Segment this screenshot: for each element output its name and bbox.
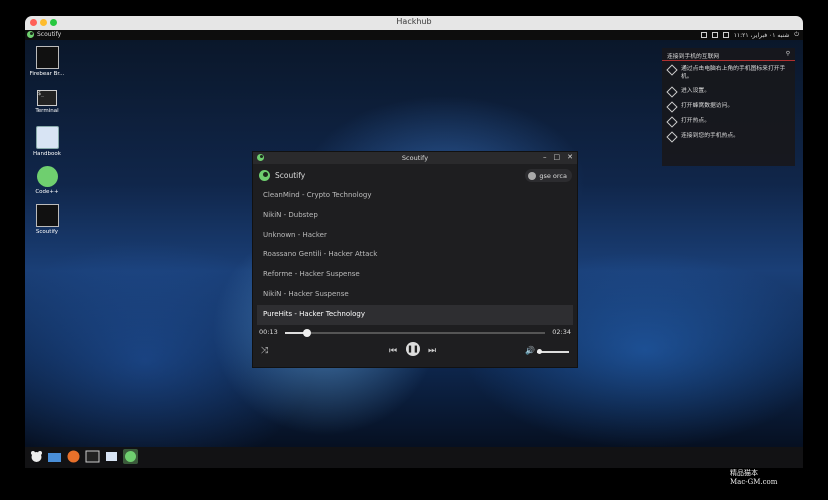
user-badge[interactable]: gse orca — [525, 169, 572, 182]
desktop-icon-label: Firebear Br... — [29, 71, 65, 77]
elapsed-time: 00:13 — [259, 327, 278, 336]
firebear-icon — [35, 46, 59, 69]
volume-slider[interactable] — [537, 348, 569, 354]
notification-title: 连接到手机的互联网 — [667, 54, 720, 60]
notification-steps: 通过点击电脑右上角的手机图标来打开手机。进入设置。打开蜂窝数据访问。 打开热点。连… — [662, 61, 795, 151]
diamond-bullet-icon — [666, 116, 678, 128]
track-item[interactable]: NikiN - Hacker Suspense — [253, 285, 577, 305]
notification-panel: 连接到手机的互联网 ⚲ 通过点击电脑右上角的手机图标来打开手机。进入设置。打开蜂… — [662, 48, 795, 166]
track-item[interactable]: NikiN - Dubstep — [253, 206, 577, 226]
desktop-icon-handbook[interactable]: Handbook — [25, 126, 69, 157]
notification-step: 通过点击电脑右上角的手机图标来打开手机。 — [666, 64, 789, 81]
app-window: Hackhub Scoutify شنبه ۰۱ فبرایر، ۱۱:۲۱ ⏻… — [25, 16, 803, 468]
top-panel: Scoutify شنبه ۰۱ فبرایر، ۱۱:۲۱ ⏻ — [25, 30, 803, 40]
clock[interactable]: شنبه ۰۱ فبرایر، ۱۱:۲۱ — [734, 32, 790, 39]
taskbar-terminal-icon[interactable] — [85, 449, 100, 464]
power-icon[interactable]: ⏻ — [794, 31, 799, 39]
track-item[interactable]: PureHits - Hacker Technology — [257, 304, 573, 325]
desktop-icon-label: Scoutify — [35, 229, 59, 235]
scoutify-player-window: Scoutify – □ ✕ Scoutify gse orca CleanMi… — [252, 151, 578, 368]
terminal-icon: $_ — [37, 90, 57, 106]
track-item[interactable]: CleanMind - Crypto Technology — [253, 186, 577, 206]
notification-step: 进入设置。 — [666, 86, 789, 98]
volume-handle[interactable] — [537, 348, 542, 354]
watermark: 精品猫本 Mac-GM.com — [730, 468, 777, 486]
maximize-icon[interactable]: □ — [554, 153, 561, 161]
notification-step-text: 通过点击电脑右上角的手机图标来打开手机。 — [681, 66, 786, 80]
notification-step: 打开热点。 — [666, 116, 789, 128]
watermark-line2: Mac-GM.com — [730, 478, 778, 486]
code-chameleon-icon — [36, 166, 58, 187]
desktop: Scoutify شنبه ۰۱ فبرایر، ۱۱:۲۱ ⏻ Firebea… — [25, 30, 803, 468]
user-name: gse orca — [539, 171, 567, 180]
watermark-line1: 精品猫本 — [730, 469, 758, 477]
scoutify-logo-icon — [27, 31, 34, 38]
window-titlebar: Hackhub — [25, 16, 803, 31]
pause-button[interactable]: ❚❚ — [406, 341, 420, 356]
taskbar-handbook-icon[interactable] — [104, 449, 119, 464]
display-icon[interactable] — [700, 32, 707, 38]
diamond-bullet-icon — [666, 131, 678, 143]
scoutify-file-icon — [35, 204, 59, 227]
desktop-icon-terminal[interactable]: $_ Terminal — [25, 86, 69, 114]
notification-step-text: 进入设置。 — [681, 88, 710, 94]
scoutify-logo-icon — [259, 170, 270, 181]
wifi-off-icon[interactable] — [722, 32, 729, 38]
seek-bar[interactable] — [285, 328, 545, 337]
progress-row: 00:13 02:34 — [253, 325, 577, 339]
book-icon — [35, 126, 59, 149]
active-app-menu[interactable]: Scoutify — [27, 31, 61, 38]
desktop-icon-firebear[interactable]: Firebear Br... — [25, 46, 69, 77]
close-icon[interactable]: ✕ — [567, 153, 573, 161]
volume-icon[interactable]: 🔊 — [525, 346, 535, 355]
desktop-icon-label: Code++ — [35, 189, 59, 195]
notification-step-text: 打开热点。 — [681, 118, 710, 124]
duration-time: 02:34 — [552, 327, 571, 336]
player-window-title: Scoutify — [401, 154, 429, 162]
seek-handle[interactable] — [303, 328, 312, 337]
desktop-icon-codepp[interactable]: Code++ — [25, 166, 69, 195]
taskbar-browser-icon[interactable] — [66, 449, 81, 464]
desktop-icon-label: Terminal — [35, 108, 59, 114]
track-item[interactable]: Reforme - Hacker Suspense — [253, 265, 577, 285]
notification-step-text: 连接到您的手机热点。 — [681, 133, 739, 139]
pin-icon[interactable]: ⚲ — [786, 51, 790, 57]
diamond-bullet-icon — [666, 64, 678, 76]
taskbar-scoutify-icon[interactable] — [123, 449, 138, 464]
player-header: Scoutify gse orca — [253, 164, 577, 186]
player-brand: Scoutify — [259, 170, 305, 181]
brand-name: Scoutify — [275, 171, 306, 180]
window-title: Hackhub — [396, 17, 432, 26]
phone-icon[interactable] — [711, 32, 718, 38]
playback-controls: ⤨ ⏮ ❚❚ ⏭ 🔊 — [253, 339, 577, 365]
taskbar — [25, 447, 803, 468]
shuffle-icon[interactable]: ⤨ — [261, 346, 268, 356]
taskbar-folder-icon[interactable] — [47, 449, 62, 464]
track-item[interactable]: Roassano Gentili - Hacker Attack — [253, 245, 577, 265]
notification-header: 连接到手机的互联网 ⚲ — [662, 48, 795, 61]
player-titlebar: Scoutify – □ ✕ — [253, 152, 577, 164]
track-list: CleanMind - Crypto Technology NikiN - Dub… — [253, 186, 577, 325]
avatar — [528, 171, 537, 180]
previous-icon[interactable]: ⏮ — [389, 346, 397, 356]
notification-step: 打开蜂窝数据访问。 — [666, 101, 789, 113]
active-app-name: Scoutify — [37, 31, 62, 38]
track-item[interactable]: Unknown - Hacker — [253, 226, 577, 246]
taskbar-bear-icon[interactable] — [29, 449, 44, 464]
desktop-icon-label: Handbook — [33, 151, 61, 157]
minimize-icon[interactable]: – — [543, 153, 547, 161]
notification-step-text: 打开蜂窝数据访问。 — [681, 103, 734, 109]
diamond-bullet-icon — [666, 101, 678, 113]
desktop-icon-scoutify[interactable]: Scoutify — [25, 204, 69, 235]
next-icon[interactable]: ⏭ — [428, 346, 436, 356]
notification-step: 连接到您的手机热点。 — [666, 131, 789, 143]
diamond-bullet-icon — [666, 86, 678, 98]
